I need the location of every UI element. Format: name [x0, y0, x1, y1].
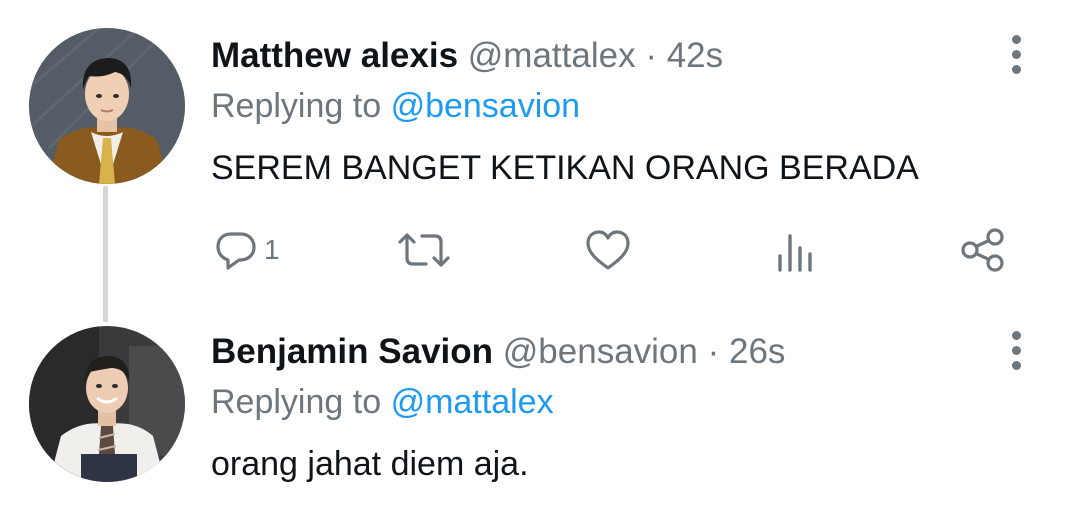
- reply-icon: [216, 232, 256, 270]
- analytics-button[interactable]: [776, 222, 816, 278]
- timestamp[interactable]: 42s: [667, 36, 723, 75]
- avatar[interactable]: [29, 28, 185, 184]
- retweet-button[interactable]: [396, 222, 458, 278]
- retweet-icon: [398, 233, 450, 267]
- heart-icon: [586, 230, 630, 270]
- tweet-header: Benjamin Savion @bensavion · 26s: [211, 328, 785, 376]
- replying-to-prefix: Replying to: [211, 87, 382, 125]
- display-name[interactable]: Matthew alexis: [211, 36, 458, 75]
- action-bar: 1: [0, 222, 1080, 278]
- user-handle[interactable]: @mattalex: [468, 36, 636, 75]
- more-options-button[interactable]: [1000, 30, 1034, 80]
- avatar-image: [29, 28, 185, 184]
- tweet-text: SEREM BANGET KETIKAN ORANG BERADA: [211, 149, 919, 187]
- replying-to: Replying to @mattalex: [211, 380, 554, 424]
- reply-button[interactable]: 1: [214, 222, 280, 278]
- more-options-button[interactable]: [1000, 326, 1034, 376]
- avatar-image: [29, 326, 185, 482]
- tweet-header: Matthew alexis @mattalex · 42s: [211, 32, 723, 80]
- separator-dot: ·: [645, 36, 657, 75]
- separator-dot: ·: [707, 332, 720, 371]
- timestamp[interactable]: 26s: [729, 332, 785, 371]
- like-button[interactable]: [584, 222, 638, 278]
- replying-to-handle[interactable]: @bensavion: [391, 87, 581, 125]
- analytics-icon: [778, 234, 812, 272]
- avatar[interactable]: [29, 326, 185, 482]
- replying-to-prefix: Replying to: [211, 383, 382, 421]
- share-button[interactable]: [958, 222, 1008, 278]
- share-icon: [961, 228, 1004, 272]
- tweet[interactable]: Matthew alexis @mattalex · 42s Replying …: [0, 0, 1080, 300]
- replying-to: Replying to @bensavion: [211, 84, 580, 128]
- tweet-text: orang jahat diem aja.: [211, 445, 529, 483]
- replying-to-handle[interactable]: @mattalex: [391, 383, 554, 421]
- reply-count: 1: [264, 234, 280, 265]
- user-handle[interactable]: @bensavion: [503, 332, 698, 371]
- display-name[interactable]: Benjamin Savion: [211, 332, 493, 371]
- tweet[interactable]: Benjamin Savion @bensavion · 26s Replyin…: [0, 300, 1080, 506]
